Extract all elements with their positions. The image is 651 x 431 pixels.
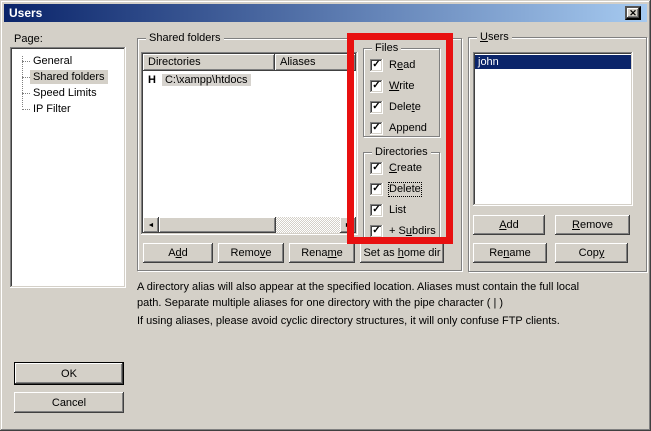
directories-list[interactable]: Directories Aliases H C:\xampp\htdocs ◄ … [141,52,358,235]
checkbox-icon[interactable]: ✓ [370,225,383,238]
scroll-left-icon[interactable]: ◄ [143,217,159,233]
users-dialog: Users ✕ Page: General Shared folders Spe… [0,0,651,431]
checkbox-files-write[interactable]: ✓ Write [370,80,414,93]
directory-path: C:\xampp\htdocs [162,74,251,86]
sidebar-item-general[interactable]: General [10,53,126,69]
tree-connector [22,109,30,110]
scrollbar-track[interactable] [276,217,340,233]
checkbox-dirs-delete[interactable]: ✓ Delete [370,183,421,196]
ok-button[interactable]: OK [14,362,124,385]
directory-row[interactable]: H C:\xampp\htdocs [143,72,356,87]
directories-legend: Directories [372,146,431,159]
page-label: Page: [14,33,43,45]
checkbox-icon[interactable]: ✓ [370,204,383,217]
checkbox-icon[interactable]: ✓ [370,80,383,93]
tree-connector [22,93,30,94]
close-icon[interactable]: ✕ [625,6,641,20]
checkbox-dirs-create[interactable]: ✓ Create [370,162,422,175]
files-legend: Files [372,42,401,55]
tree-connector [22,61,30,62]
scroll-right-icon[interactable]: ► [340,217,356,233]
checkbox-icon[interactable]: ✓ [370,183,383,196]
users-list[interactable]: john [473,52,633,206]
users-legend: Users [477,31,512,44]
shared-folders-legend: Shared folders [146,32,224,45]
column-header-aliases[interactable]: Aliases [275,54,356,71]
user-item-john[interactable]: john [475,55,631,69]
copy-user-button[interactable]: Copy [555,243,628,263]
note-line: A directory alias will also appear at th… [137,281,579,293]
checkbox-icon[interactable]: ✓ [370,122,383,135]
checkbox-icon[interactable]: ✓ [370,101,383,114]
cancel-button[interactable]: Cancel [14,392,124,413]
home-flag: H [148,74,156,86]
title-bar: Users [4,4,647,22]
scrollbar-thumb[interactable] [159,217,276,233]
add-directory-button[interactable]: Add [143,243,213,263]
checkbox-icon[interactable]: ✓ [370,162,383,175]
add-user-button[interactable]: Add [473,215,545,235]
horizontal-scrollbar[interactable]: ◄ ► [143,217,356,233]
sidebar-item-ip-filter[interactable]: IP Filter [10,101,126,117]
column-header-directories[interactable]: Directories [143,54,275,71]
sidebar-item-shared-folders[interactable]: Shared folders [10,69,126,85]
note-line: If using aliases, please avoid cyclic di… [137,315,560,327]
sidebar-item-speed-limits[interactable]: Speed Limits [10,85,126,101]
tree-connector [22,77,30,78]
set-as-home-dir-button[interactable]: Set as home dir [360,243,444,263]
checkbox-files-read[interactable]: ✓ Read [370,59,415,72]
window-title: Users [9,6,42,20]
rename-directory-button[interactable]: Rename [289,243,355,263]
remove-user-button[interactable]: Remove [555,215,630,235]
checkbox-dirs-list[interactable]: ✓ List [370,204,406,217]
remove-directory-button[interactable]: Remove [218,243,284,263]
checkbox-files-delete[interactable]: ✓ Delete [370,101,421,114]
rename-user-button[interactable]: Rename [473,243,547,263]
checkbox-icon[interactable]: ✓ [370,59,383,72]
checkbox-files-append[interactable]: ✓ Append [370,122,427,135]
checkbox-dirs-subdirs[interactable]: ✓ + Subdirs [370,225,436,238]
page-list[interactable]: General Shared folders Speed Limits IP F… [10,47,126,288]
note-line: path. Separate multiple aliases for one … [137,297,503,309]
